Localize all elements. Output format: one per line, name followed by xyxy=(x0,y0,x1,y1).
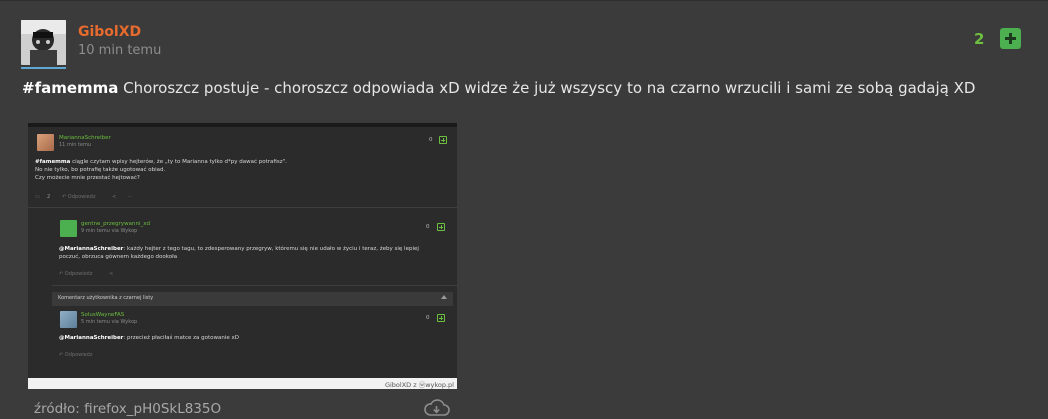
vote-count: 2 xyxy=(974,30,985,48)
avatar-status-bar xyxy=(21,67,66,69)
image-source: źródło: firefox_pH0SkL835O xyxy=(34,401,222,417)
share-icon: ≺ xyxy=(112,194,117,200)
more-icon: ⋯ xyxy=(128,194,133,200)
embed-mention: @MariannaSchreiber xyxy=(59,335,124,341)
embed-reply2-author: SolusWayneFAS xyxy=(81,312,125,318)
embed-main-author: MariannaSchreiber xyxy=(59,135,111,141)
post-body: #famemma Choroszcz postuje - choroszcz o… xyxy=(22,79,975,97)
embedded-screenshot[interactable]: MariannaSchreiber 11 min temu 0 #famemma… xyxy=(28,123,457,389)
embed-mention: @MariannaSchreiber xyxy=(59,246,124,252)
embed-main-line2: No nie tylko, bo potrafię także ugotować… xyxy=(35,167,166,173)
avatar xyxy=(60,220,77,237)
embed-reply2-time: 5 min temu via Wykop xyxy=(81,319,138,325)
embed-reply2-vote: 0 xyxy=(426,315,430,321)
embed-reply-label: Odpowiedz xyxy=(67,194,96,200)
post-time[interactable]: 10 min temu xyxy=(78,43,161,58)
chevron-up-icon xyxy=(441,295,447,299)
comment-icon: ▭ xyxy=(35,194,40,200)
embed-reply1-line1: @MariannaSchreiber: każdy hejter z tego … xyxy=(59,245,419,253)
embed-reply2-line1: @MariannaSchreiber: przecież płaciłaś ma… xyxy=(59,334,239,342)
embed-reply-label: Odpowiedz xyxy=(64,271,93,277)
embed-comment-count: 2 xyxy=(47,194,51,200)
embed-reply1-text: : każdy hejter z tego tagu, to zdesperow… xyxy=(123,246,419,252)
post-card: GibolXD 10 min temu 2 #famemma Choroszcz… xyxy=(0,0,1048,419)
embed-line1-text: ciągle czytam wpisy hejterów, że „ty to … xyxy=(70,159,287,165)
author-name[interactable]: GibolXD xyxy=(78,24,141,40)
embed-reply1-vote: 0 xyxy=(426,224,430,230)
embed-reply-3: ↶ Odpowiedz xyxy=(59,352,93,358)
hashtag-link[interactable]: #famemma xyxy=(22,79,118,97)
embed-reply-label: Odpowiedz xyxy=(64,352,93,358)
embed-reply-1: ↶ Odpowiedz xyxy=(62,194,96,200)
embed-reply1-time: 9 min temu via Wykop xyxy=(81,228,138,234)
post-text: Choroszcz postuje - choroszcz odpowiada … xyxy=(118,79,976,97)
embed-footer-text: GibolXD z ⓦwykop.pl xyxy=(384,381,454,389)
embed-reply1-author: gentne_przegrywanni_xd xyxy=(81,221,151,227)
cloud-download-icon[interactable] xyxy=(423,398,450,418)
cloud-download-glyph xyxy=(424,399,450,416)
embed-collapsed-label: Komentarz użytkownika z czarnej listy xyxy=(58,295,154,301)
avatar xyxy=(37,134,54,151)
embed-footer: GibolXD z ⓦwykop.pl xyxy=(28,378,457,389)
embed-reply2-text: : przecież płaciłaś matce za gotowanie x… xyxy=(123,335,240,341)
divider xyxy=(28,207,457,208)
plus-icon xyxy=(439,136,447,144)
embed-top-border xyxy=(28,123,457,127)
avatar-image xyxy=(21,20,66,65)
embed-main-time: 11 min temu xyxy=(59,142,92,148)
plus-icon[interactable] xyxy=(1000,28,1021,49)
embed-collapsed-comment: Komentarz użytkownika z czarnej listy xyxy=(52,292,453,306)
avatar xyxy=(60,311,77,328)
divider xyxy=(52,285,457,286)
embed-reply-2: ↶ Odpowiedz xyxy=(59,271,93,277)
embed-main-vote: 0 xyxy=(429,137,433,143)
embed-main-line1: #famemma ciągle czytam wpisy hejterów, ż… xyxy=(35,158,287,166)
plus-icon xyxy=(437,314,445,322)
embed-tag: #famemma xyxy=(35,159,71,165)
embed-reply1-line2: poczuć, obrzuca gównem każdego dookoła xyxy=(59,254,178,260)
embed-main-line3: Czy możecie mnie przestać hejtować? xyxy=(35,175,140,181)
plus-icon xyxy=(437,223,445,231)
share-icon: ≺ xyxy=(109,271,114,277)
avatar[interactable] xyxy=(21,20,66,65)
